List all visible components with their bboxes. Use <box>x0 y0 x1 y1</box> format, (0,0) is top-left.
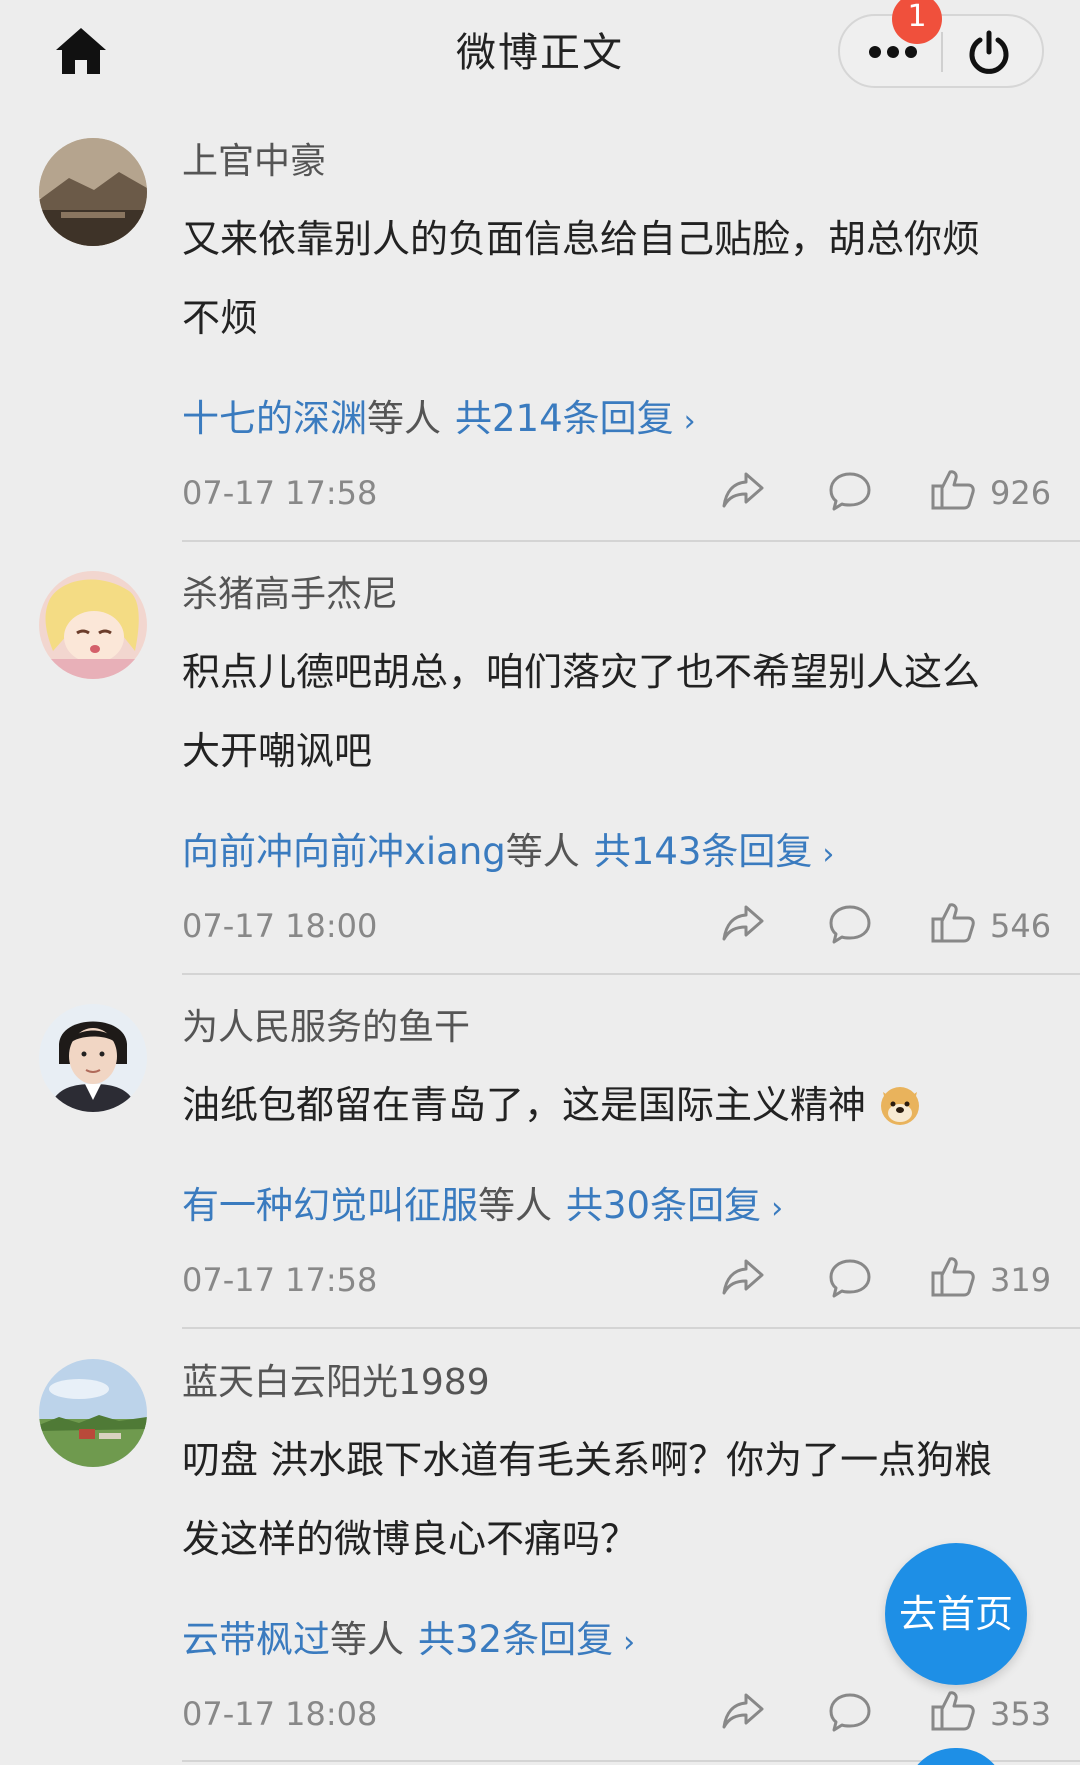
capsule-divider <box>941 32 943 72</box>
comment-content: 叨盘 洪水跟下水道有毛关系啊？你为了一点狗粮 发这样的微博良心不痛吗？ <box>182 1421 1032 1579</box>
comment-username[interactable]: 上官中豪 <box>182 132 326 184</box>
comment-text: 油纸包都留在青岛了，这是国际主义精神 <box>182 1083 867 1127</box>
share-icon[interactable] <box>720 899 766 945</box>
comment-icon[interactable] <box>827 1689 873 1735</box>
chevron-right-icon: › <box>822 837 835 872</box>
comment-icon[interactable] <box>827 901 873 947</box>
divider <box>182 540 1080 542</box>
comment-icon[interactable] <box>827 1255 873 1301</box>
avatar[interactable] <box>39 1004 147 1112</box>
reply-users: 十七的深渊 <box>182 397 367 440</box>
divider <box>182 973 1080 975</box>
reply-summary-link[interactable]: 有一种幻觉叫征服等人 共30条回复 › <box>182 1175 783 1229</box>
reply-suffix: 等人 <box>505 830 580 873</box>
comment-username[interactable]: 蓝天白云阳光1989 <box>182 1353 490 1405</box>
go-home-button[interactable]: 去首页 <box>885 1543 1027 1685</box>
reply-count: 共214条回复 <box>455 397 674 440</box>
comment-text-line: 大开嘲讽吧 <box>182 729 373 773</box>
comment-time: 07-17 17:58 <box>182 1261 378 1299</box>
chevron-right-icon: › <box>683 404 696 439</box>
like-icon[interactable] <box>930 899 976 945</box>
like-count: 926 <box>990 474 1052 512</box>
like-count: 546 <box>990 907 1052 945</box>
secondary-floating-button[interactable] <box>905 1748 1007 1765</box>
divider <box>182 1327 1080 1329</box>
comment-time: 07-17 17:58 <box>182 474 378 512</box>
comment-text-line: 又来依靠别人的负面信息给自己贴脸，胡总你烦 <box>182 217 981 261</box>
reply-summary-link[interactable]: 十七的深渊等人 共214条回复 › <box>182 388 696 442</box>
share-icon[interactable] <box>720 466 766 512</box>
weibo-post-page: 微博正文 1 上官中豪 又来依靠别人的负面信息给自己贴脸，胡总你烦 不烦 十七的… <box>0 0 1080 1765</box>
power-close-icon[interactable] <box>966 30 1012 76</box>
avatar[interactable] <box>39 1359 147 1467</box>
reply-users: 云带枫过 <box>182 1618 330 1661</box>
avatar[interactable] <box>39 138 147 246</box>
like-count: 319 <box>990 1261 1052 1299</box>
like-icon[interactable] <box>930 1253 976 1299</box>
comment-username[interactable]: 为人民服务的鱼干 <box>182 998 470 1050</box>
reply-count: 共32条回复 <box>418 1618 614 1661</box>
like-icon[interactable] <box>930 1687 976 1733</box>
comment-text-line: 积点儿德吧胡总，咱们落灾了也不希望别人这么 <box>182 650 981 694</box>
comment-content: 积点儿德吧胡总，咱们落灾了也不希望别人这么 大开嘲讽吧 <box>182 633 1032 791</box>
reply-suffix: 等人 <box>367 397 441 440</box>
chevron-right-icon: › <box>771 1191 784 1226</box>
reply-count: 共30条回复 <box>566 1184 762 1227</box>
comment-time: 07-17 18:08 <box>182 1695 378 1733</box>
reply-suffix: 等人 <box>330 1618 404 1661</box>
reply-users: 向前冲向前冲xiang <box>182 830 506 873</box>
comment-text-line: 不烦 <box>182 296 259 340</box>
comment-time: 07-17 18:00 <box>182 907 378 945</box>
comment-text-line: 叨盘 洪水跟下水道有毛关系啊？你为了一点狗粮 <box>182 1438 993 1482</box>
comment-text-line: 油纸包都留在青岛了，这是国际主义精神 <box>182 1066 1032 1145</box>
doge-emoji-icon <box>881 1087 920 1125</box>
comment-content: 油纸包都留在青岛了，这是国际主义精神 <box>182 1066 1032 1145</box>
top-bar: 微博正文 1 <box>0 0 1080 104</box>
avatar[interactable] <box>39 571 147 679</box>
more-options-icon[interactable] <box>868 44 918 60</box>
comment-icon[interactable] <box>827 468 873 514</box>
reply-summary-link[interactable]: 云带枫过等人 共32条回复 › <box>182 1609 635 1663</box>
chevron-right-icon: › <box>623 1625 636 1660</box>
share-icon[interactable] <box>720 1687 766 1733</box>
like-count: 353 <box>990 1695 1052 1733</box>
reply-summary-link[interactable]: 向前冲向前冲xiang等人 共143条回复 › <box>182 821 834 875</box>
reply-count: 共143条回复 <box>593 830 813 873</box>
like-icon[interactable] <box>930 466 976 512</box>
comment-username[interactable]: 杀猪高手杰尼 <box>182 565 398 617</box>
share-icon[interactable] <box>720 1253 766 1299</box>
reply-users: 有一种幻觉叫征服 <box>182 1184 478 1227</box>
comment-content: 又来依靠别人的负面信息给自己贴脸，胡总你烦 不烦 <box>182 200 1032 358</box>
reply-suffix: 等人 <box>478 1184 552 1227</box>
